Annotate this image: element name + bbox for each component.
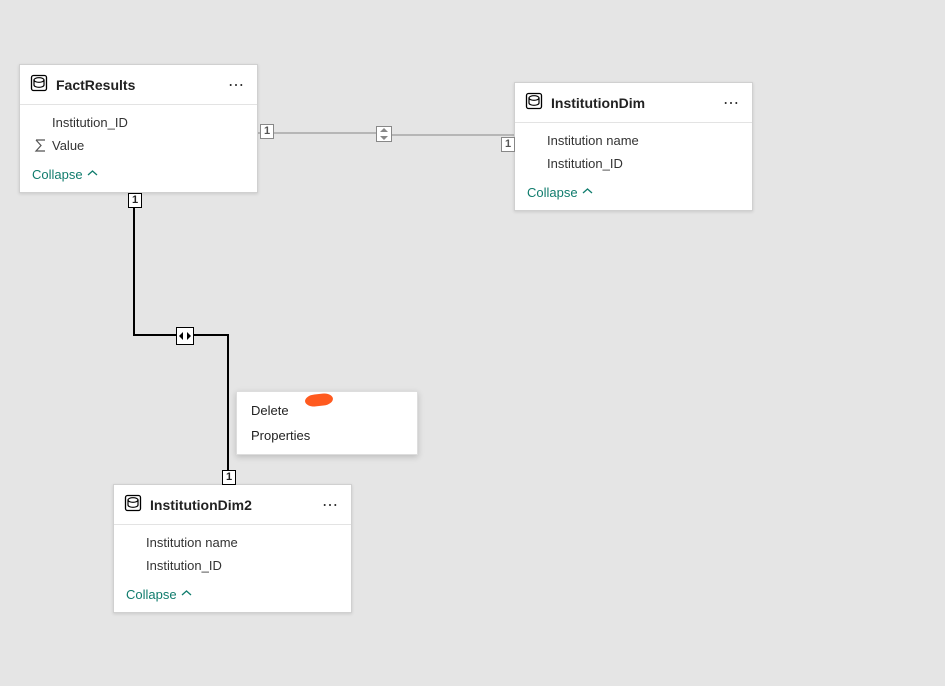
- table-title: InstitutionDim: [551, 95, 721, 111]
- table-fields: Institution name Institution_ID: [114, 525, 351, 579]
- collapse-label: Collapse: [126, 587, 177, 602]
- relationship-direction-both-icon[interactable]: [176, 327, 194, 345]
- table-header[interactable]: InstitutionDim ⋯: [515, 83, 752, 123]
- field-name: Institution_ID: [52, 115, 128, 130]
- table-icon: [525, 92, 543, 113]
- chevron-up-icon: [181, 587, 192, 602]
- collapse-button[interactable]: Collapse: [114, 579, 351, 612]
- field-name: Institution_ID: [146, 558, 222, 573]
- table-header[interactable]: InstitutionDim2 ⋯: [114, 485, 351, 525]
- table-fields: Institution name Institution_ID: [515, 123, 752, 177]
- table-header[interactable]: FactResults ⋯: [20, 65, 257, 105]
- table-icon: [30, 74, 48, 95]
- field-row[interactable]: Institution name: [114, 531, 351, 554]
- table-title: InstitutionDim2: [150, 497, 320, 513]
- field-name: Institution name: [547, 133, 639, 148]
- table-institutiondim2[interactable]: InstitutionDim2 ⋯ Institution name Insti…: [113, 484, 352, 613]
- cardinality-institutiondim-left: 1: [501, 137, 515, 152]
- field-row[interactable]: Institution_ID: [114, 554, 351, 577]
- collapse-button[interactable]: Collapse: [20, 159, 257, 192]
- sigma-icon: [34, 139, 52, 152]
- table-fields: Institution_ID Value: [20, 105, 257, 159]
- more-options-icon[interactable]: ⋯: [320, 495, 341, 515]
- chevron-up-icon: [582, 185, 593, 200]
- field-name: Value: [52, 138, 84, 153]
- collapse-label: Collapse: [32, 167, 83, 182]
- more-options-icon[interactable]: ⋯: [226, 75, 247, 95]
- cardinality-factresults-right: 1: [260, 124, 274, 139]
- cardinality-factresults-bottom: 1: [128, 193, 142, 208]
- field-name: Institution name: [146, 535, 238, 550]
- field-row[interactable]: Institution_ID: [20, 111, 257, 134]
- model-canvas[interactable]: 1 1 1 1 FactResults ⋯ Institution_ID: [0, 0, 945, 686]
- relationship-direction-icon[interactable]: [376, 126, 392, 142]
- table-factresults[interactable]: FactResults ⋯ Institution_ID Value Colla…: [19, 64, 258, 193]
- field-name: Institution_ID: [547, 156, 623, 171]
- field-row[interactable]: Institution_ID: [515, 152, 752, 175]
- collapse-label: Collapse: [527, 185, 578, 200]
- table-institutiondim[interactable]: InstitutionDim ⋯ Institution name Instit…: [514, 82, 753, 211]
- table-title: FactResults: [56, 77, 226, 93]
- chevron-up-icon: [87, 167, 98, 182]
- context-menu-properties[interactable]: Properties: [237, 423, 417, 448]
- field-row[interactable]: Institution name: [515, 129, 752, 152]
- table-icon: [124, 494, 142, 515]
- field-row[interactable]: Value: [20, 134, 257, 157]
- collapse-button[interactable]: Collapse: [515, 177, 752, 210]
- cardinality-institutiondim2-top: 1: [222, 470, 236, 485]
- more-options-icon[interactable]: ⋯: [721, 93, 742, 113]
